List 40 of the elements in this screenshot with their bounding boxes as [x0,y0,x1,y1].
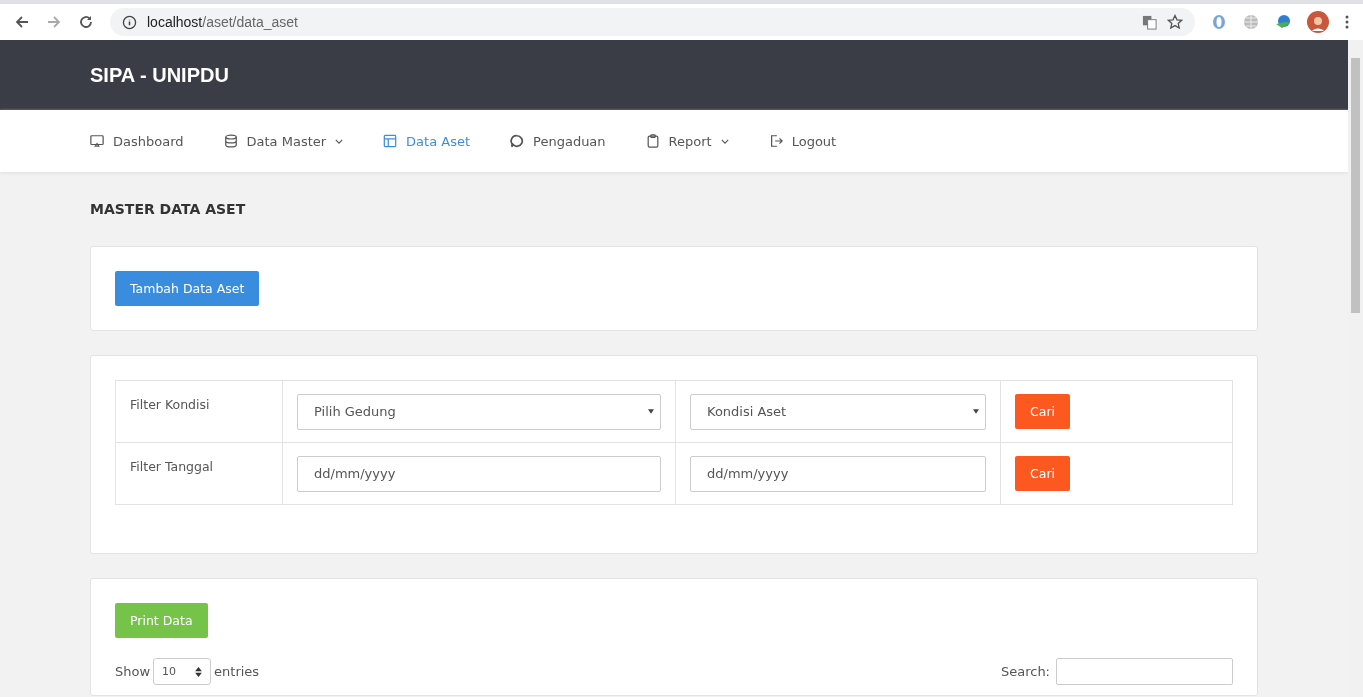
dropdown-field[interactable]: Pilih Gedung [297,393,661,430]
scrollbar[interactable] [1348,40,1363,697]
extension-icon[interactable] [1211,14,1227,30]
nav-link[interactable]: Logout [768,133,837,149]
nav-link[interactable]: Data Master [223,133,344,149]
chat-icon [510,134,525,148]
search-field[interactable] [1056,658,1233,685]
logout-icon [768,134,783,148]
caret-icon [648,409,654,414]
translate-icon[interactable] [1142,14,1157,30]
date-field[interactable]: dd/mm/yyyy [690,455,986,492]
entries-label: entries [214,664,260,679]
entries-select[interactable]: 10 [153,658,212,685]
date-field[interactable]: dd/mm/yyyy [297,455,661,492]
table-icon [383,134,398,148]
sort-arrows-icon [195,666,203,677]
url-text: localhost/aset/data_aset [147,14,298,30]
page-title: MASTER DATA ASET [90,201,247,217]
monitor-icon [90,134,104,148]
star-icon[interactable] [1167,14,1183,30]
forward-icon[interactable] [46,14,62,30]
filter-label: Filter Tanggal [115,442,283,505]
brand-title[interactable]: SIPA - UNIPDU [90,63,229,87]
nav-link[interactable]: Dashboard [90,133,184,149]
database-icon [223,134,238,148]
show-label: Show [115,664,151,679]
filter-label: Filter Kondisi [115,380,283,443]
clipboard-icon [645,134,660,148]
nav-link[interactable]: Data Aset [383,133,471,149]
reload-icon[interactable] [78,14,94,30]
nav-link[interactable]: Report [645,133,729,149]
avatar-icon[interactable] [1307,11,1329,33]
caret-icon [973,409,979,414]
back-icon[interactable] [14,14,30,30]
search-label: Search: [1000,664,1050,679]
nav-link[interactable]: Pengaduan [510,133,606,149]
address-bar[interactable]: localhost/aset/data_aset [110,8,1195,36]
info-icon [122,14,137,30]
menu-icon[interactable] [1345,14,1349,30]
dropdown-field[interactable]: Kondisi Aset [690,393,986,430]
